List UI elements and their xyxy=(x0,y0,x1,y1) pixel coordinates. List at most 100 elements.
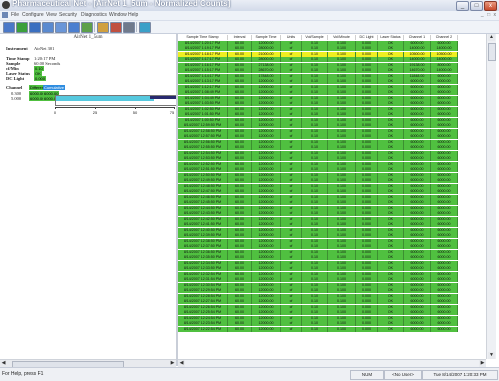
table-row[interactable]: 8/14/2007 12:32:54 PM 60.00 12000.00 cf 0.10… xyxy=(178,271,486,277)
table-row[interactable]: 8/14/2007 12:58:50 PM 60.00 12000.00 cf 0.10… xyxy=(178,128,486,134)
column-header[interactable]: Vol/Minute xyxy=(328,35,356,40)
table-row[interactable]: 8/14/2007 12:52:50 PM 60.00 12000.00 cf 0.10… xyxy=(178,161,486,167)
table-row[interactable]: 8/14/2007 12:57:50 PM 60.00 12000.00 cf 0.10… xyxy=(178,134,486,139)
table-row[interactable]: 8/14/2007 12:45:50 PM 60.00 12000.00 cf 0.10… xyxy=(178,200,486,205)
line-chart-icon[interactable] xyxy=(55,22,67,33)
table-row[interactable]: 8/14/2007 12:29:54 PM 60.00 12000.00 cf 0.10… xyxy=(178,288,486,293)
table-row[interactable]: 8/14/2007 12:36:50 PM 60.00 12000.00 cf 0.10… xyxy=(178,249,486,255)
column-header[interactable]: Interval xyxy=(228,35,252,40)
menu-help[interactable]: Help xyxy=(128,11,138,20)
menu-view[interactable]: View xyxy=(46,11,57,20)
document-icon[interactable] xyxy=(2,12,8,18)
table-row[interactable]: 8/14/2007 1:16:17 PM 60.00 27138.00 cf 0.10 0… xyxy=(178,62,486,68)
menu-diagnostics[interactable]: Diagnostics xyxy=(81,11,107,20)
scroll-up-arrow-icon[interactable]: ▲ xyxy=(488,34,495,41)
help-icon[interactable] xyxy=(139,22,151,33)
table-row[interactable]: 8/14/2007 12:42:50 PM 60.00 12000.00 cf 0.10… xyxy=(178,216,486,222)
table-row[interactable]: 8/14/2007 12:23:54 PM 60.00 12000.00 cf 0.10… xyxy=(178,321,486,326)
folder-icon[interactable] xyxy=(97,22,109,33)
minimize-button[interactable]: _ xyxy=(456,1,469,11)
title-bar[interactable]: Pharmaceutical Net - [AirNet 1_5um - Nor… xyxy=(0,0,499,11)
menu-configure[interactable]: Configure xyxy=(22,11,44,20)
mdi-window-controls[interactable]: _ □ x xyxy=(481,12,497,18)
table-row[interactable]: 8/14/2007 12:44:50 PM 60.00 12000.00 cf 0.10… xyxy=(178,205,486,211)
table-cell: 10500.00 xyxy=(404,51,431,57)
maximize-button[interactable]: □ xyxy=(470,1,483,11)
table-row[interactable]: 8/14/2007 12:51:50 PM 60.00 12000.00 cf 0.10… xyxy=(178,167,486,172)
column-header[interactable]: Laser Status xyxy=(378,35,404,40)
table-row[interactable]: 8/14/2007 12:41:50 PM 60.00 12000.00 cf 0.10… xyxy=(178,222,486,227)
table-cell: 0.10 xyxy=(302,238,328,244)
table-row[interactable]: 8/14/2007 12:46:50 PM 60.00 12000.00 cf 0.10… xyxy=(178,194,486,200)
table-row[interactable]: 8/14/2007 12:33:50 PM 60.00 12000.00 cf 0.10… xyxy=(178,266,486,271)
column-header[interactable]: Channel 1 xyxy=(404,35,431,40)
menu-security[interactable]: Security xyxy=(59,11,77,20)
table-row[interactable]: 8/14/2007 1:13:17 PM 60.00 12000.00 cf 0.10 0… xyxy=(178,79,486,84)
table-horizontal-scrollbar[interactable]: ◀ ▶ xyxy=(178,359,486,367)
table-row[interactable]: 8/14/2007 12:39:50 PM 60.00 12000.00 cf 0.10… xyxy=(178,233,486,238)
table-row[interactable]: 8/14/2007 12:43:50 PM 60.00 12000.00 cf 0.10… xyxy=(178,211,486,216)
table-row[interactable]: 8/14/2007 1:02:50 PM 60.00 12000.00 cf 0.10 0… xyxy=(178,106,486,112)
green-grid-icon[interactable] xyxy=(16,22,28,33)
table-cell: 0.000 xyxy=(356,200,378,205)
table-row[interactable]: 8/14/2007 12:35:50 PM 60.00 12000.00 cf 0.10… xyxy=(178,255,486,260)
table-row[interactable]: 8/14/2007 1:01:50 PM 60.00 12000.00 cf 0.10 0… xyxy=(178,112,486,117)
table-row[interactable]: 8/14/2007 1:08:49 PM 60.00 12000.00 cf 0.10 0… xyxy=(178,90,486,95)
table-row[interactable]: 8/14/2007 12:30:54 PM 60.00 12000.00 cf 0.10… xyxy=(178,282,486,288)
column-header[interactable]: Vol/Sample xyxy=(302,35,328,40)
bar-chart-icon[interactable] xyxy=(68,22,80,33)
left-horizontal-scrollbar[interactable]: ◀ ▶ xyxy=(0,359,176,368)
table-row[interactable]: 8/14/2007 12:55:50 PM 60.00 12000.00 cf 0.10… xyxy=(178,145,486,150)
table-row[interactable]: 8/14/2007 12:53:50 PM 60.00 12000.00 cf 0.10… xyxy=(178,156,486,161)
table-row[interactable]: 8/14/2007 12:34:50 PM 60.00 12000.00 cf 0.10… xyxy=(178,260,486,266)
vertical-scrollbar[interactable]: ▲ ▼ xyxy=(486,34,496,359)
printer-icon[interactable] xyxy=(123,22,135,33)
table-row[interactable]: 8/14/2007 12:54:50 PM 60.00 12000.00 cf 0.10… xyxy=(178,150,486,156)
column-header[interactable]: Channel 2 xyxy=(431,35,458,40)
table-row[interactable]: 8/14/2007 12:56:50 PM 60.00 12000.00 cf 0.10… xyxy=(178,139,486,145)
table-row[interactable]: 8/14/2007 1:00:50 PM 60.00 12000.00 cf 0.10 0… xyxy=(178,117,486,123)
table-row[interactable]: 8/14/2007 12:27:54 PM 60.00 12000.00 cf 0.10… xyxy=(178,299,486,304)
table-row[interactable]: 8/14/2007 12:31:54 PM 60.00 12000.00 cf 0.10… xyxy=(178,277,486,282)
scroll-right-arrow-icon[interactable]: ▶ xyxy=(169,360,176,367)
people-icon[interactable] xyxy=(81,22,93,33)
table-row[interactable]: 8/14/2007 12:24:54 PM 60.00 12000.00 cf 0.10… xyxy=(178,315,486,321)
table-row[interactable]: 8/14/2007 12:48:50 PM 60.00 12000.00 cf 0.10… xyxy=(178,183,486,189)
table-row[interactable]: 8/14/2007 12:25:54 PM 60.00 12000.00 cf 0.10… xyxy=(178,310,486,315)
menu-window[interactable]: Window xyxy=(109,11,127,20)
scroll-thumb[interactable] xyxy=(488,43,496,61)
table-row[interactable]: 8/14/2007 12:26:54 PM 60.00 12000.00 cf 0.10… xyxy=(178,304,486,310)
table-row[interactable]: 8/14/2007 1:19:17 PM 60.00 28000.00 cf 0.10 0… xyxy=(178,46,486,51)
scroll-left-arrow-icon[interactable]: ◀ xyxy=(178,360,185,367)
table-row[interactable]: 8/14/2007 1:04:49 PM 60.00 12000.00 cf 0.10 0… xyxy=(178,95,486,101)
scroll-left-arrow-icon[interactable]: ◀ xyxy=(0,360,7,367)
table-icon[interactable] xyxy=(29,22,41,33)
column-header[interactable]: DC Light xyxy=(356,35,378,40)
table-row[interactable]: 8/14/2007 12:59:50 PM 60.00 12000.00 cf 0.10… xyxy=(178,123,486,128)
table-row[interactable]: 8/14/2007 1:15:17 PM 60.00 28670.00 cf 0.10 0… xyxy=(178,68,486,73)
table-row[interactable]: 8/14/2007 12:40:50 PM 60.00 12000.00 cf 0.10… xyxy=(178,227,486,233)
column-header[interactable]: Sample Time xyxy=(252,35,281,40)
table-row[interactable]: 8/14/2007 1:03:50 PM 60.00 12000.00 cf 0.10 0… xyxy=(178,101,486,106)
table-row[interactable]: 8/14/2007 1:12:17 PM 60.00 12000.00 cf 0.10 0… xyxy=(178,84,486,90)
table-row[interactable]: 8/14/2007 1:20:17 PM 60.00 12000.00 cf 0.10 0… xyxy=(178,40,486,46)
table-row[interactable]: 8/14/2007 12:50:50 PM 60.00 12000.00 cf 0.10… xyxy=(178,172,486,178)
table-row[interactable]: 8/14/2007 1:17:17 PM 60.00 28000.00 cf 0.10 0… xyxy=(178,57,486,62)
table-row[interactable]: 8/14/2007 12:49:50 PM 60.00 12000.00 cf 0.10… xyxy=(178,178,486,183)
column-header[interactable]: Sample Time Stamp xyxy=(178,35,228,40)
scroll-right-arrow-icon[interactable]: ▶ xyxy=(479,360,486,367)
table-row[interactable]: 8/14/2007 1:18:17 PM 60.00 21000.00 cf 0.10 0… xyxy=(178,51,486,57)
table-row[interactable]: 8/14/2007 12:22:54 PM 60.00 12000.00 cf 0.10… xyxy=(178,326,486,332)
table-row[interactable]: 8/14/2007 12:47:50 PM 60.00 12000.00 cf 0.10… xyxy=(178,189,486,194)
menu-file[interactable]: File xyxy=(11,11,19,20)
instrument-icon[interactable] xyxy=(3,22,15,33)
table-row[interactable]: 8/14/2007 12:37:50 PM 60.00 12000.00 cf 0.10… xyxy=(178,244,486,249)
scroll-down-arrow-icon[interactable]: ▼ xyxy=(488,352,495,359)
table-row[interactable]: 8/14/2007 12:38:50 PM 60.00 12000.00 cf 0.10… xyxy=(178,238,486,244)
table-row[interactable]: 8/14/2007 1:14:17 PM 60.00 17848.00 cf 0.10 0… xyxy=(178,73,486,79)
table-row[interactable]: 8/14/2007 12:28:54 PM 60.00 12000.00 cf 0.10… xyxy=(178,293,486,299)
chart-icon[interactable] xyxy=(42,22,54,33)
close-button[interactable]: x xyxy=(484,1,497,11)
lock-icon[interactable] xyxy=(110,22,122,33)
column-header[interactable]: Units xyxy=(281,35,302,40)
